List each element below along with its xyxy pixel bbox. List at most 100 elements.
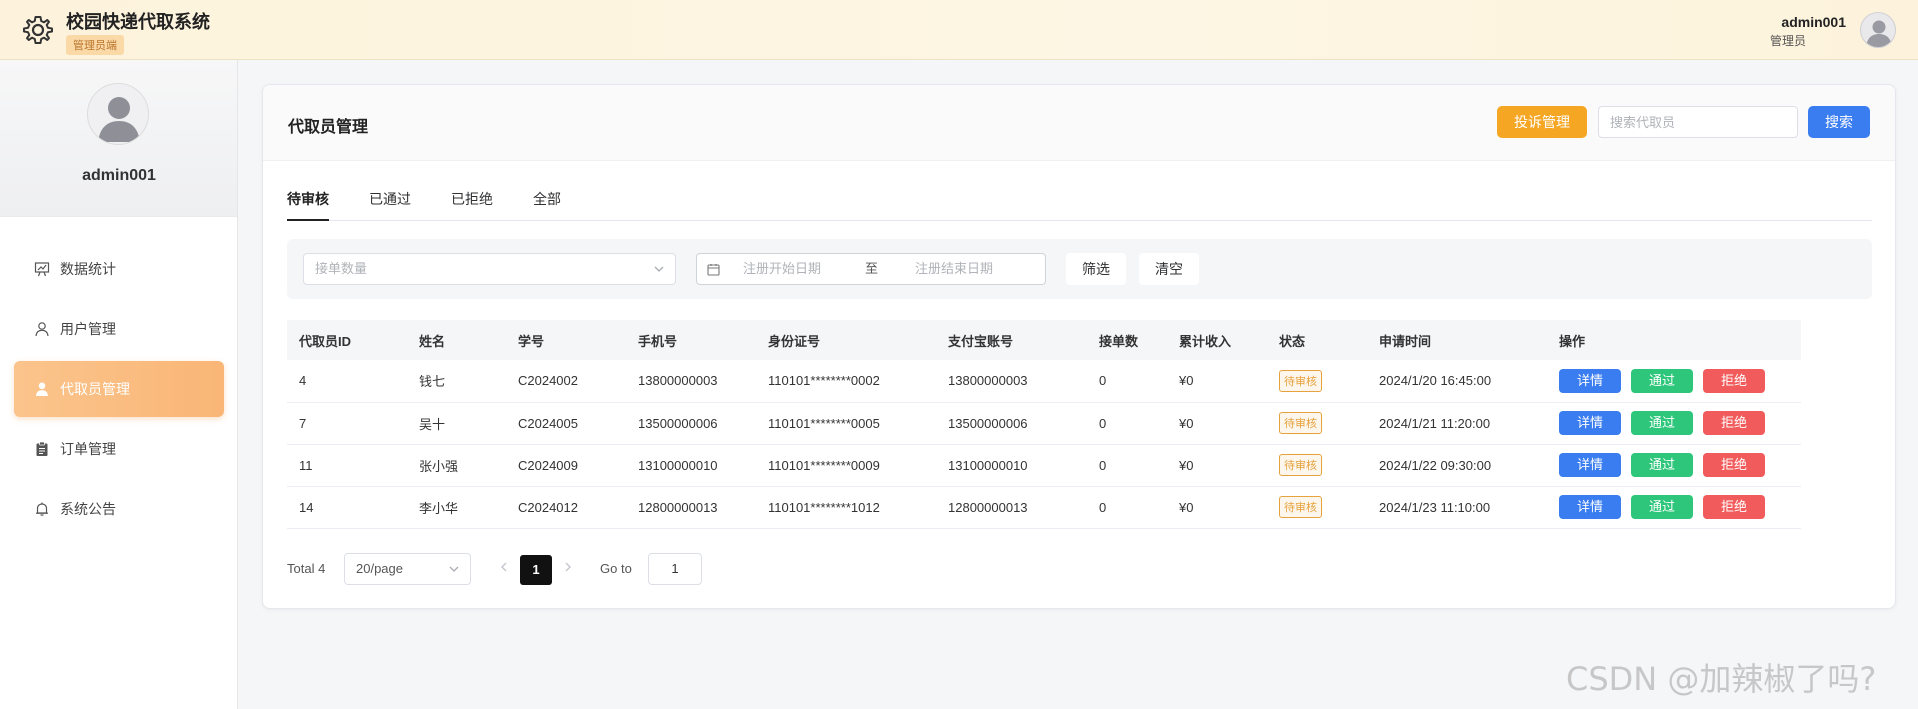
cell-actions: 详情 通过 拒绝 (1547, 360, 1801, 403)
detail-button[interactable]: 详情 (1559, 453, 1621, 477)
tab-rejected[interactable]: 已拒绝 (451, 189, 493, 221)
clear-button[interactable]: 清空 (1139, 253, 1199, 285)
chevron-left-icon[interactable] (499, 560, 509, 574)
cell-id: 4 (287, 360, 407, 403)
cell-id: 7 (287, 402, 407, 445)
chevron-down-icon (654, 266, 664, 272)
column-header: 学号 (506, 320, 626, 360)
approve-button[interactable]: 通过 (1631, 495, 1693, 519)
sidebar-item-orders[interactable]: 订单管理 (14, 421, 224, 477)
header-avatar[interactable] (1860, 12, 1896, 48)
cell-name: 吴十 (407, 402, 506, 445)
column-header: 接单数 (1087, 320, 1167, 360)
tab-all[interactable]: 全部 (533, 189, 561, 221)
page-size-value: 20/page (356, 561, 403, 576)
status-tabs: 待审核 已通过 已拒绝 全部 (287, 189, 1872, 221)
cell-phone: 13100000010 (626, 444, 756, 487)
sidebar-item-label: 订单管理 (60, 441, 116, 457)
cell-orders: 0 (1087, 486, 1167, 529)
date-separator: 至 (865, 261, 879, 276)
cell-id-card: 110101********0005 (756, 402, 936, 445)
table-row: 14 李小华 C2024012 12800000013 110101******… (287, 486, 1801, 529)
cell-orders: 0 (1087, 402, 1167, 445)
date-end-placeholder[interactable]: 注册结束日期 (915, 254, 993, 284)
approve-button[interactable]: 通过 (1631, 411, 1693, 435)
reject-button[interactable]: 拒绝 (1703, 453, 1765, 477)
sidebar-item-users[interactable]: 用户管理 (14, 301, 224, 357)
column-header: 姓名 (407, 320, 506, 360)
approve-button[interactable]: 通过 (1631, 453, 1693, 477)
table-row: 7 吴十 C2024005 13500000006 110101********… (287, 402, 1801, 445)
cell-orders: 0 (1087, 444, 1167, 487)
sidebar-item-label: 用户管理 (60, 321, 116, 337)
search-button[interactable]: 搜索 (1808, 106, 1870, 138)
column-header: 身份证号 (756, 320, 936, 360)
column-header: 代取员ID (287, 320, 407, 360)
cell-actions: 详情 通过 拒绝 (1547, 486, 1801, 529)
cell-actions: 详情 通过 拒绝 (1547, 444, 1801, 487)
filter-button[interactable]: 筛选 (1066, 253, 1126, 285)
approve-button[interactable]: 通过 (1631, 368, 1693, 393)
complaint-management-button[interactable]: 投诉管理 (1497, 106, 1587, 138)
reject-button[interactable]: 拒绝 (1703, 495, 1765, 519)
cell-name: 钱七 (407, 360, 506, 403)
column-header: 状态 (1267, 320, 1367, 360)
tab-pending[interactable]: 待审核 (287, 189, 329, 221)
column-header: 累计收入 (1167, 320, 1267, 360)
pagination: Total 4 20/page 1 Go to 1 (287, 553, 887, 585)
column-header: 手机号 (626, 320, 756, 360)
courier-management-card: 代取员管理 投诉管理 搜索 待审核 已通过 已拒绝 全部 接单数量 注册开始日期… (262, 84, 1896, 609)
top-header: 校园快递代取系统 管理员端 admin001 管理员 (0, 0, 1918, 60)
register-date-range-picker[interactable]: 注册开始日期 至 注册结束日期 (696, 253, 1046, 285)
cell-income: ¥0 (1167, 360, 1267, 403)
cell-phone: 13500000006 (626, 402, 756, 445)
detail-button[interactable]: 详情 (1559, 368, 1621, 393)
tab-approved[interactable]: 已通过 (369, 189, 411, 221)
cell-name: 李小华 (407, 486, 506, 529)
order-count-select[interactable]: 接单数量 (303, 253, 676, 285)
sidebar-item-label: 数据统计 (60, 261, 116, 277)
sidebar-item-announcements[interactable]: 系统公告 (14, 481, 224, 537)
page-number-current[interactable]: 1 (520, 555, 552, 585)
bell-icon (36, 502, 48, 516)
page-size-select[interactable]: 20/page (344, 553, 471, 585)
cell-id-card: 110101********0009 (756, 444, 936, 487)
cell-status: 待审核 (1267, 486, 1367, 529)
cell-actions: 详情 通过 拒绝 (1547, 402, 1801, 445)
cell-alipay: 12800000013 (936, 486, 1087, 529)
cell-status: 待审核 (1267, 444, 1367, 487)
sidebar-item-statistics[interactable]: 数据统计 (14, 241, 224, 297)
cell-status: 待审核 (1267, 402, 1367, 445)
cell-id-card: 110101********0002 (756, 360, 936, 403)
detail-button[interactable]: 详情 (1559, 495, 1621, 519)
reject-button[interactable]: 拒绝 (1703, 368, 1765, 393)
cell-alipay: 13800000003 (936, 360, 1087, 403)
cell-apply-time: 2024/1/20 16:45:00 (1367, 360, 1547, 403)
card-header: 代取员管理 投诉管理 搜索 (263, 85, 1895, 161)
cell-apply-time: 2024/1/21 11:20:00 (1367, 402, 1547, 445)
cell-student-no: C2024012 (506, 486, 626, 529)
user-filled-icon (36, 382, 48, 396)
total-count: Total 4 (287, 561, 326, 576)
avatar-icon (1866, 20, 1892, 47)
user-icon (35, 322, 49, 337)
sidebar-menu: 数据统计 用户管理 代取员管理 订单管理 系统公告 (0, 241, 238, 541)
cell-income: ¥0 (1167, 402, 1267, 445)
reject-button[interactable]: 拒绝 (1703, 411, 1765, 435)
sidebar-item-label: 系统公告 (60, 501, 116, 517)
cell-apply-time: 2024/1/23 11:10:00 (1367, 486, 1547, 529)
status-badge: 待审核 (1279, 412, 1322, 434)
role-badge: 管理员端 (66, 35, 124, 55)
date-start-placeholder[interactable]: 注册开始日期 (743, 254, 821, 284)
sidebar-item-couriers[interactable]: 代取员管理 (14, 361, 224, 417)
column-header: 支付宝账号 (936, 320, 1087, 360)
cell-alipay: 13500000006 (936, 402, 1087, 445)
cell-student-no: C2024009 (506, 444, 626, 487)
chevron-right-icon[interactable] (563, 560, 573, 574)
goto-page-input[interactable]: 1 (648, 553, 702, 585)
status-badge: 待审核 (1279, 496, 1322, 518)
cell-student-no: C2024002 (506, 360, 626, 403)
search-input[interactable] (1598, 106, 1798, 138)
column-header: 操作 (1547, 320, 1801, 360)
detail-button[interactable]: 详情 (1559, 411, 1621, 435)
